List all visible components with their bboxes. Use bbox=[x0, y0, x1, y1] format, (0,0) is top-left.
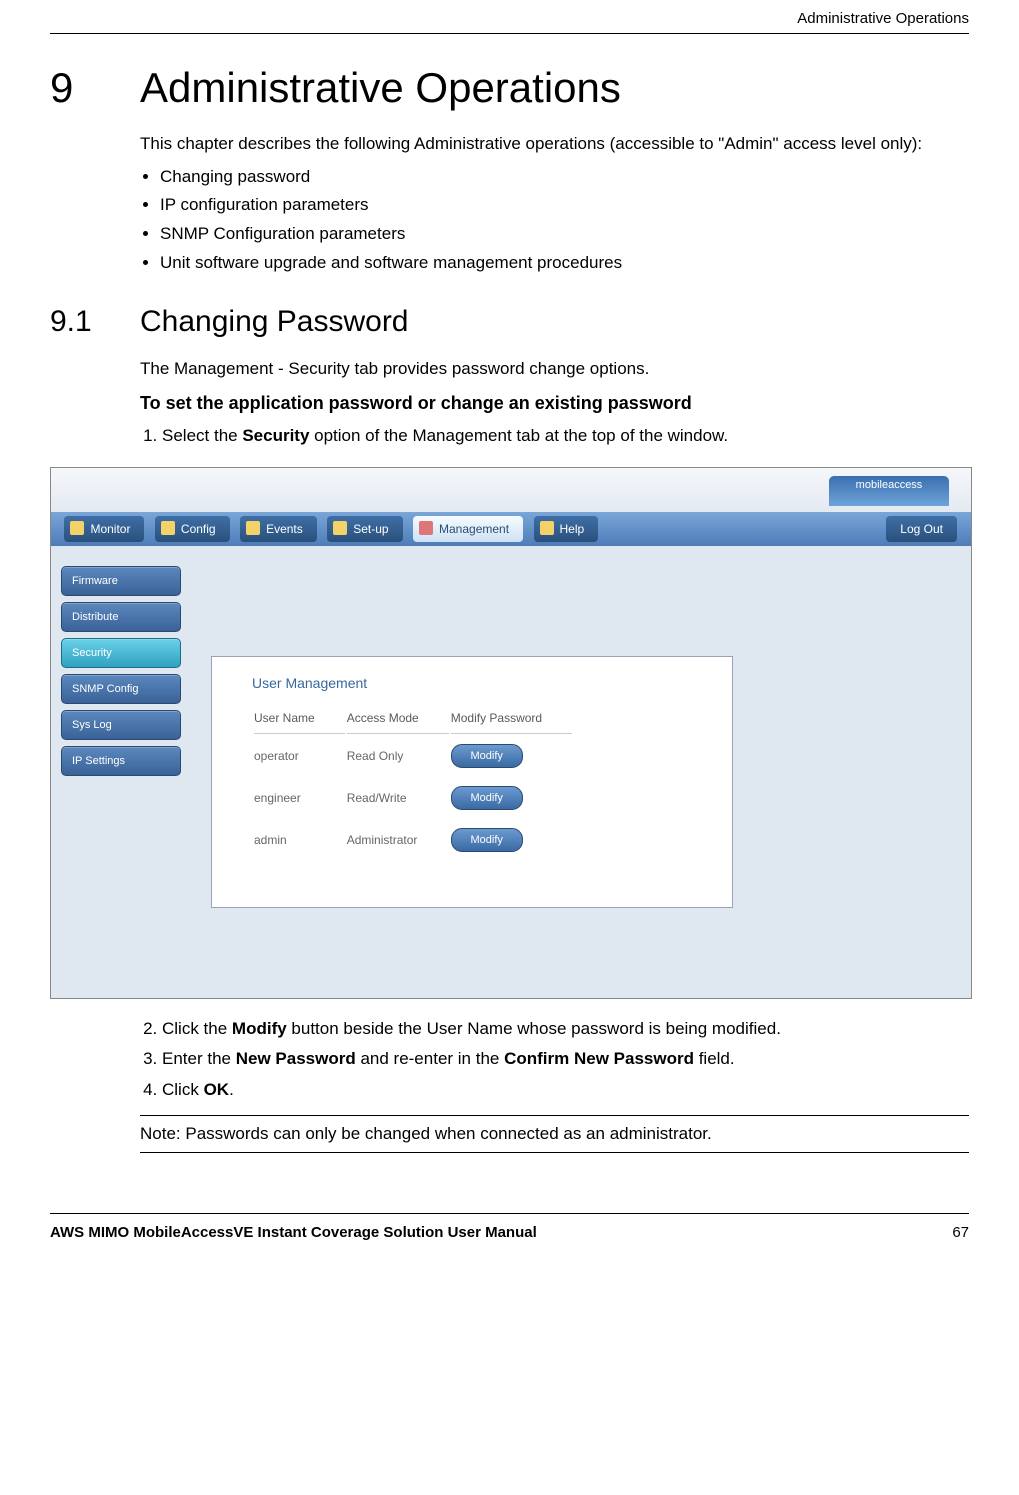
col-access-mode: Access Mode bbox=[347, 703, 449, 734]
step-text: . bbox=[229, 1080, 234, 1099]
events-icon bbox=[246, 521, 260, 535]
modify-button[interactable]: Modify bbox=[451, 828, 523, 852]
help-icon bbox=[540, 521, 554, 535]
user-management-panel: User Management User Name Access Mode Mo… bbox=[211, 656, 733, 908]
procedure-steps-cont: Click the Modify button beside the User … bbox=[140, 1017, 969, 1103]
sidebar-item-security[interactable]: Security bbox=[61, 638, 181, 668]
section-intro: The Management - Security tab provides p… bbox=[140, 357, 969, 382]
procedure-title: To set the application password or chang… bbox=[140, 390, 969, 416]
footer-page-number: 67 bbox=[952, 1224, 969, 1241]
cell-mode: Read/Write bbox=[347, 778, 449, 818]
table-header-row: User Name Access Mode Modify Password bbox=[254, 703, 572, 734]
user-table: User Name Access Mode Modify Password op… bbox=[252, 701, 574, 862]
chapter-heading: 9 Administrative Operations bbox=[50, 64, 969, 112]
step-text: Enter the bbox=[162, 1049, 236, 1068]
app-menubar: Monitor Config Events Set-up Management … bbox=[51, 512, 971, 547]
cell-user: operator bbox=[254, 736, 345, 776]
section-title: Changing Password bbox=[140, 305, 409, 339]
tab-help[interactable]: Help bbox=[534, 516, 599, 542]
step-text: Click bbox=[162, 1080, 204, 1099]
bullet-item: IP configuration parameters bbox=[160, 193, 969, 218]
step-bold: Modify bbox=[232, 1019, 287, 1038]
tab-label: Events bbox=[266, 522, 303, 536]
brand-logo: mobileaccess bbox=[829, 476, 949, 506]
bullet-item: Changing password bbox=[160, 165, 969, 190]
intro-paragraph: This chapter describes the following Adm… bbox=[140, 132, 969, 157]
tab-label: Help bbox=[560, 522, 585, 536]
chapter-number: 9 bbox=[50, 64, 140, 112]
step-text: button beside the User Name whose passwo… bbox=[287, 1019, 781, 1038]
monitor-icon bbox=[70, 521, 84, 535]
intro-bullet-list: Changing password IP configuration param… bbox=[140, 165, 969, 276]
sidebar-item-firmware[interactable]: Firmware bbox=[61, 566, 181, 596]
tab-label: Set-up bbox=[353, 522, 388, 536]
tab-label: Management bbox=[439, 522, 509, 536]
brand-logo-text: mobileaccess bbox=[856, 479, 923, 491]
bullet-item: Unit software upgrade and software manag… bbox=[160, 251, 969, 276]
tab-setup[interactable]: Set-up bbox=[327, 516, 402, 542]
step-item: Click OK. bbox=[162, 1078, 969, 1103]
logout-button[interactable]: Log Out bbox=[886, 516, 957, 542]
step-item: Click the Modify button beside the User … bbox=[162, 1017, 969, 1042]
table-row: engineer Read/Write Modify bbox=[254, 778, 572, 818]
cell-user: engineer bbox=[254, 778, 345, 818]
management-icon bbox=[419, 521, 433, 535]
panel-title: User Management bbox=[252, 675, 732, 691]
tab-config[interactable]: Config bbox=[155, 516, 230, 542]
step-text: option of the Management tab at the top … bbox=[309, 426, 728, 445]
step-bold: Confirm New Password bbox=[504, 1049, 694, 1068]
sidebar: Firmware Distribute Security SNMP Config… bbox=[61, 566, 181, 782]
tab-label: Monitor bbox=[90, 522, 130, 536]
step-bold: OK bbox=[204, 1080, 230, 1099]
app-screenshot: mobileaccess Monitor Config Events Set-u… bbox=[50, 467, 972, 999]
cell-mode: Administrator bbox=[347, 820, 449, 860]
bullet-item: SNMP Configuration parameters bbox=[160, 222, 969, 247]
cell-mode: Read Only bbox=[347, 736, 449, 776]
section-heading: 9.1 Changing Password bbox=[50, 305, 969, 339]
tab-monitor[interactable]: Monitor bbox=[64, 516, 144, 542]
modify-button[interactable]: Modify bbox=[451, 744, 523, 768]
step-bold: Security bbox=[242, 426, 309, 445]
page-footer: AWS MIMO MobileAccessVE Instant Coverage… bbox=[50, 1213, 969, 1241]
step-text: field. bbox=[694, 1049, 735, 1068]
procedure-steps: Select the Security option of the Manage… bbox=[140, 424, 969, 449]
tab-label: Config bbox=[181, 522, 216, 536]
step-text: and re-enter in the bbox=[356, 1049, 504, 1068]
config-icon bbox=[161, 521, 175, 535]
sidebar-item-snmp-config[interactable]: SNMP Config bbox=[61, 674, 181, 704]
table-row: operator Read Only Modify bbox=[254, 736, 572, 776]
section-number: 9.1 bbox=[50, 305, 140, 339]
page-header-title: Administrative Operations bbox=[50, 10, 969, 34]
sidebar-item-ip-settings[interactable]: IP Settings bbox=[61, 746, 181, 776]
col-user-name: User Name bbox=[254, 703, 345, 734]
app-body: Firmware Distribute Security SNMP Config… bbox=[51, 546, 971, 998]
sidebar-item-distribute[interactable]: Distribute bbox=[61, 602, 181, 632]
cell-user: admin bbox=[254, 820, 345, 860]
step-item: Enter the New Password and re-enter in t… bbox=[162, 1047, 969, 1072]
step-item: Select the Security option of the Manage… bbox=[162, 424, 969, 449]
tab-events[interactable]: Events bbox=[240, 516, 317, 542]
modify-button[interactable]: Modify bbox=[451, 786, 523, 810]
step-bold: New Password bbox=[236, 1049, 356, 1068]
chapter-title: Administrative Operations bbox=[140, 64, 621, 112]
tab-management[interactable]: Management bbox=[413, 516, 523, 542]
col-modify-password: Modify Password bbox=[451, 703, 572, 734]
step-text: Select the bbox=[162, 426, 242, 445]
table-row: admin Administrator Modify bbox=[254, 820, 572, 860]
sidebar-item-sys-log[interactable]: Sys Log bbox=[61, 710, 181, 740]
app-topbar: mobileaccess bbox=[51, 468, 971, 513]
footer-manual-title: AWS MIMO MobileAccessVE Instant Coverage… bbox=[50, 1224, 537, 1241]
step-text: Click the bbox=[162, 1019, 232, 1038]
setup-icon bbox=[333, 521, 347, 535]
note-block: Note: Passwords can only be changed when… bbox=[140, 1115, 969, 1153]
